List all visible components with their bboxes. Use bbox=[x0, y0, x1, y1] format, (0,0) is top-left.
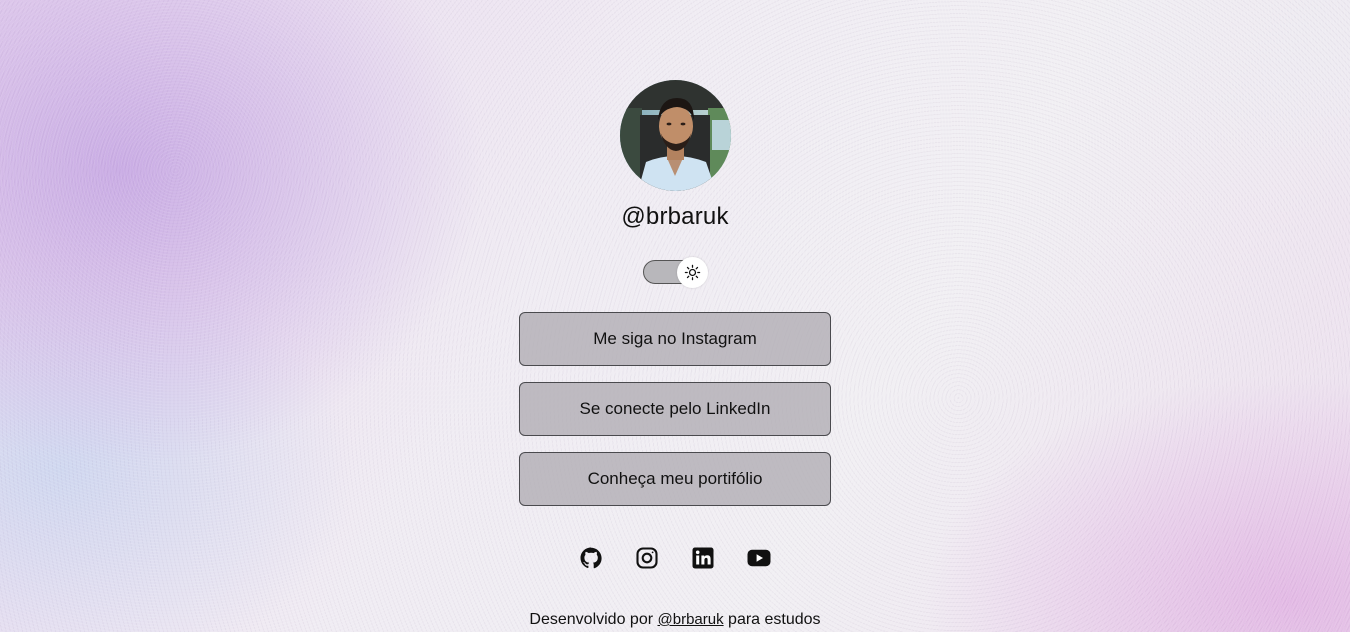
github-icon[interactable] bbox=[579, 546, 603, 570]
youtube-icon[interactable] bbox=[747, 546, 771, 570]
linkedin-icon[interactable] bbox=[691, 546, 715, 570]
avatar bbox=[620, 80, 731, 191]
sun-icon bbox=[684, 264, 701, 281]
instagram-link-button[interactable]: Me siga no Instagram bbox=[519, 312, 831, 366]
footer-prefix: Desenvolvido por bbox=[529, 611, 654, 628]
instagram-icon[interactable] bbox=[635, 546, 659, 570]
footer-suffix: para estudos bbox=[728, 611, 821, 628]
social-icons bbox=[0, 546, 1350, 570]
avatar-photo bbox=[620, 80, 731, 191]
theme-toggle[interactable] bbox=[643, 257, 708, 288]
portfolio-link-button[interactable]: Conheça meu portifólio bbox=[519, 452, 831, 506]
profile-handle: @brbaruk bbox=[621, 203, 729, 230]
footer-author-link[interactable]: @brbaruk bbox=[658, 611, 724, 628]
footer: Desenvolvido por @brbaruk para estudos bbox=[0, 611, 1350, 629]
linkedin-link-button[interactable]: Se conecte pelo LinkedIn bbox=[519, 382, 831, 436]
theme-toggle-knob[interactable] bbox=[677, 257, 708, 288]
page: @brbaruk Me siga no Instagram Se conecte… bbox=[0, 0, 1350, 632]
